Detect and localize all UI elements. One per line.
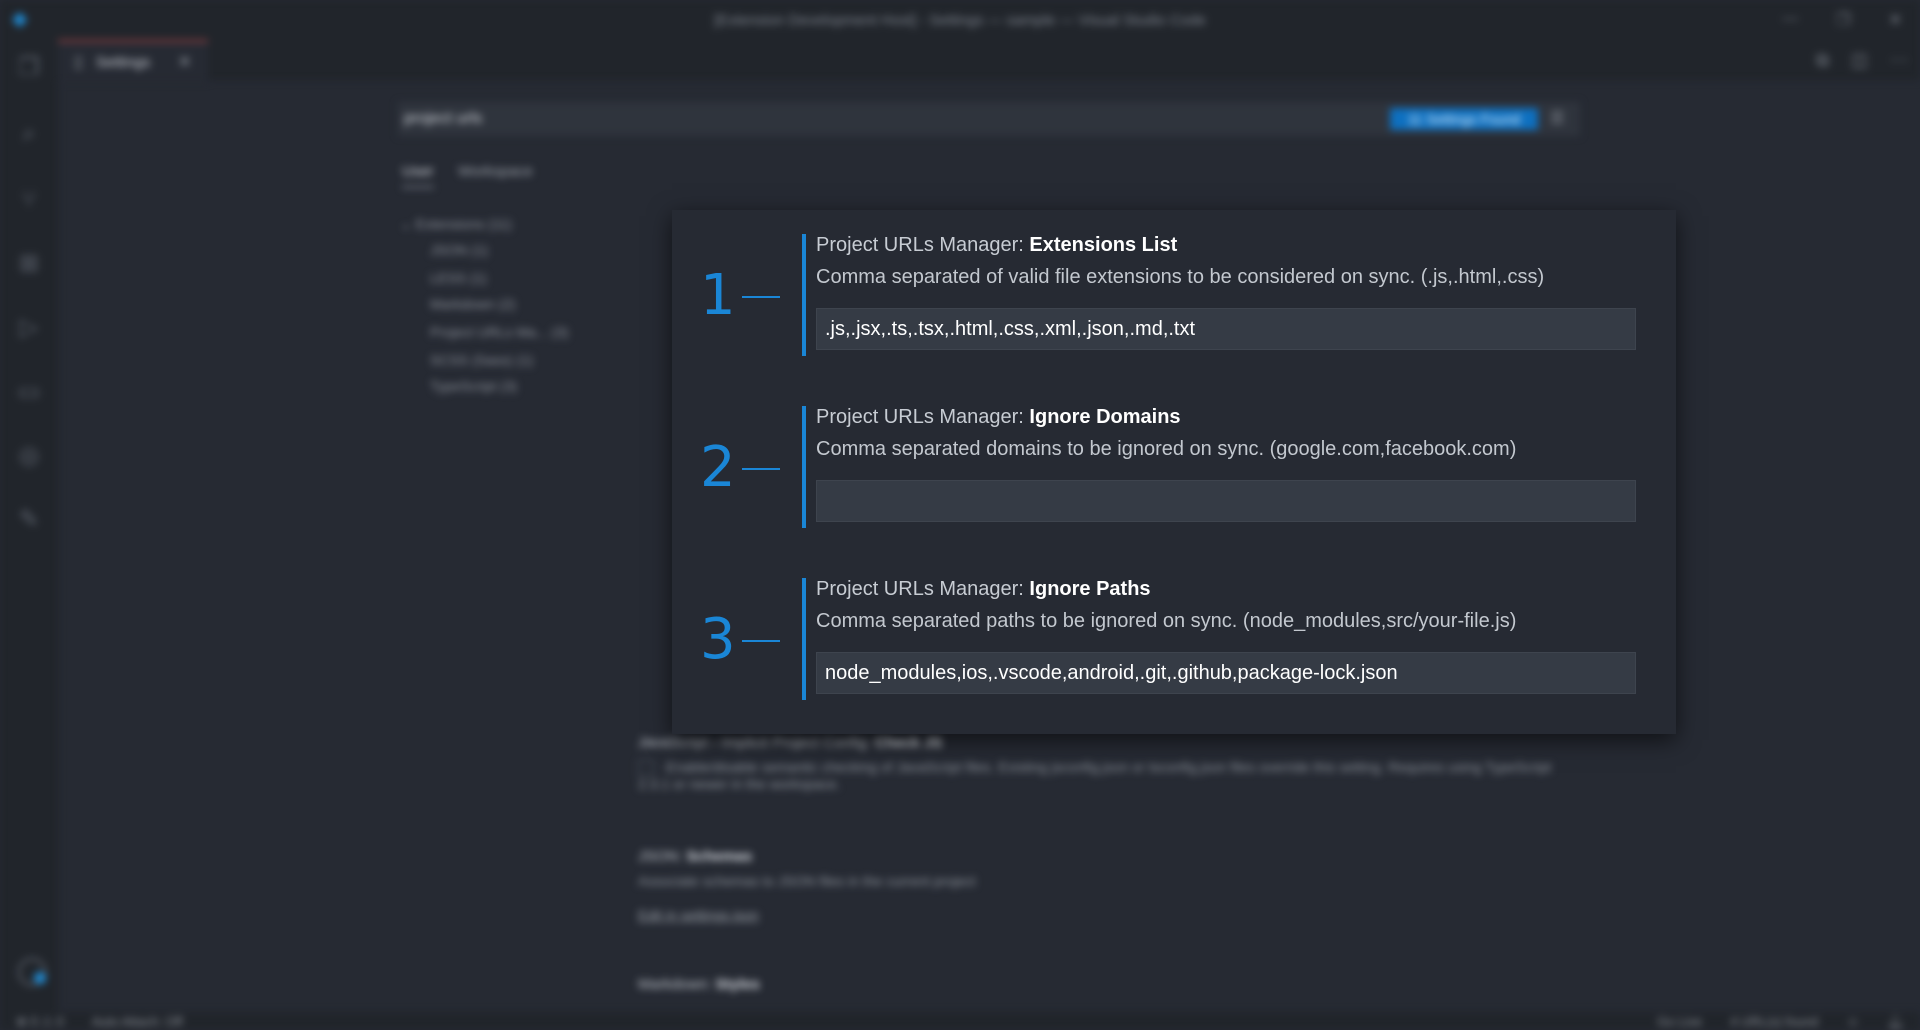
callout-line [742,296,780,298]
toc-item[interactable]: LESS (1) [430,270,487,286]
notifications-icon[interactable]: 🔔︎ [1887,1014,1904,1030]
setting-item: JavaScript › Implicit Project Config: Ch… [638,734,1552,793]
activity-bar: ❐ ⌕ ⑂ ⊞ ▷ ▭ ◎ ✎ [0,40,58,1012]
focus-indicator [802,406,806,528]
edit-in-settings-json-link[interactable]: Edit in settings.json [638,907,976,923]
ignore-domains-input[interactable] [816,480,1636,522]
setting-description: Comma separated paths to be ignored on s… [816,610,1517,632]
tab-user[interactable]: User [402,163,434,188]
tab-workspace[interactable]: Workspace [458,163,533,180]
run-debug-icon[interactable]: ▷ [15,314,43,342]
tab-settings[interactable]: ▯ Settings ✕ [58,40,208,82]
maximize-icon[interactable]: ❐ [1836,10,1850,30]
editor-actions: ⧉ ◫ ⋯ [1816,50,1908,71]
account-badge [34,972,46,984]
chevron-down-icon: ⌄ [400,216,412,232]
folder-icon[interactable]: ▭ [15,378,43,406]
split-editor-icon[interactable]: ◫ [1851,50,1868,71]
open-json-icon[interactable]: ⧉ [1816,50,1829,71]
setting-title: Project URLs Manager: Ignore Paths [816,578,1151,600]
feedback-icon[interactable]: ☺ [1846,1014,1859,1030]
more-actions-icon[interactable]: ⋯ [1890,50,1908,71]
setting-ignore-paths: 3 Project URLs Manager: Ignore Paths Com… [672,578,1676,700]
editor-tab-bar: ▯ Settings ✕ ⧉ ◫ ⋯ [58,40,1920,82]
close-window-icon[interactable]: ✕ [1889,10,1902,30]
toc-item[interactable]: SCSS (Sass) (1) [430,352,533,368]
settings-search-input[interactable]: project urls 11 Settings Found ☰ [398,102,1580,136]
setting-title: Project URLs Manager: Extensions List [816,234,1178,256]
toc-item[interactable]: JSON (1) [430,242,488,258]
extensions-icon[interactable]: ⊞ [15,250,43,278]
tab-label: Settings [96,54,151,71]
results-count-badge: 11 Settings Found [1390,108,1538,130]
setting-description: Comma separated of valid file extensions… [816,266,1545,288]
minimize-icon[interactable]: — [1782,10,1798,30]
remote-icon[interactable]: ◎ [15,442,43,470]
search-icon[interactable]: ⌕ [15,120,43,148]
callout-number: 2 [700,435,736,500]
clear-filter-icon[interactable]: ☰ [1550,108,1564,128]
setting-item: Markdown: Styles [638,976,760,993]
setting-title: Project URLs Manager: Ignore Domains [816,406,1181,428]
window-title: [Extension Development Host] - Settings … [714,12,1206,29]
toc-item[interactable]: Project URLs Ma... (3) [430,324,568,340]
status-bar: ⊗ 0 ⚠ 0 Auto Attach: Off Go Live 4 URL(s… [0,1012,1920,1030]
urls-found-status[interactable]: 4 URL(s) found [1730,1014,1818,1030]
callout-number: 3 [700,607,736,672]
title-bar: ◆ [Extension Development Host] - Setting… [0,0,1920,40]
extensions-list-input[interactable]: .js,.jsx,.ts,.tsx,.html,.css,.xml,.json,… [816,308,1636,350]
go-live-status[interactable]: Go Live [1657,1014,1702,1030]
callout-number: 1 [700,263,736,328]
files-icon[interactable]: ❐ [15,54,43,82]
highlighted-settings-panel: 1 Project URLs Manager: Extensions List … [672,210,1676,734]
close-icon[interactable]: ✕ [178,52,191,72]
brush-icon[interactable]: ✎ [15,506,43,534]
focus-indicator [802,234,806,356]
setting-item: JSON: Schemas Associate schemas to JSON … [638,848,976,923]
checkbox[interactable] [638,760,654,777]
setting-description: Comma separated domains to be ignored on… [816,438,1517,460]
toc-item[interactable]: Markdown (2) [430,296,516,312]
problems-status[interactable]: ⊗ 0 ⚠ 0 [16,1014,64,1030]
toc-item[interactable]: TypeScript (3) [430,378,517,394]
window-controls: — ❐ ✕ [1782,10,1902,30]
source-control-icon[interactable]: ⑂ [15,186,43,214]
setting-extensions-list: 1 Project URLs Manager: Extensions List … [672,234,1676,356]
file-icon: ▯ [74,54,83,71]
callout-line [742,468,780,470]
auto-attach-status[interactable]: Auto Attach: Off [92,1014,183,1030]
ignore-paths-input[interactable]: node_modules,ios,.vscode,android,.git,.g… [816,652,1636,694]
toc-item[interactable]: ⌄ Extensions (11) [400,216,512,233]
setting-ignore-domains: 2 Project URLs Manager: Ignore Domains C… [672,406,1676,528]
focus-indicator [802,578,806,700]
callout-line [742,640,780,642]
search-query: project urls [404,110,483,127]
